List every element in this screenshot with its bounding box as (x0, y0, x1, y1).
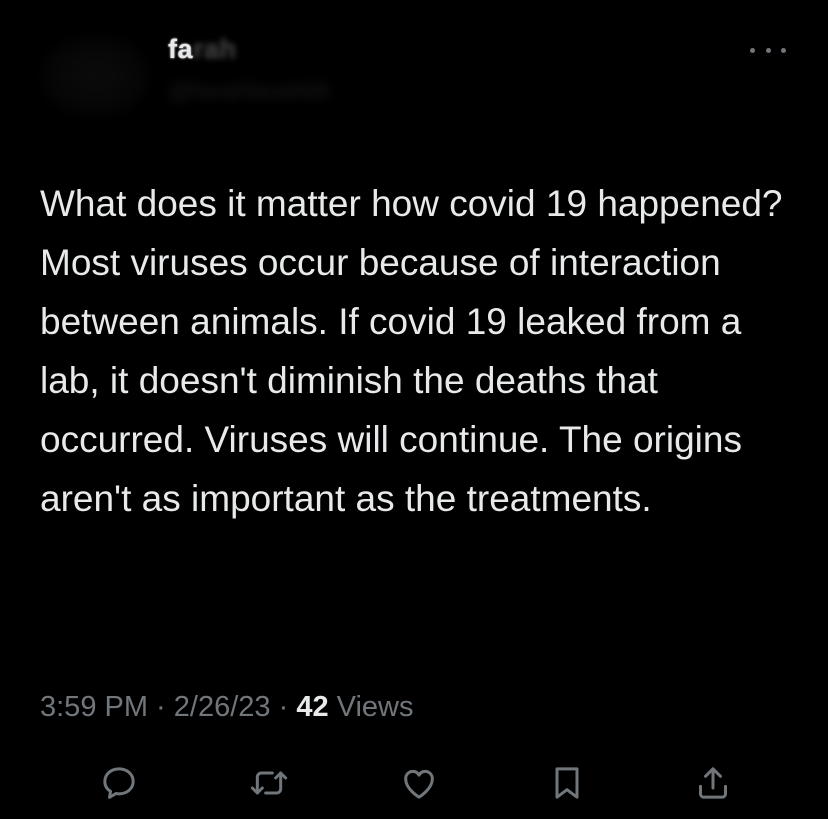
speech-bubble-icon (103, 767, 135, 799)
tweet-date[interactable]: 2/26/23 (174, 691, 271, 723)
heart-icon (404, 769, 434, 799)
display-name-blurred: rah (193, 34, 237, 64)
retweet-button[interactable] (246, 760, 292, 806)
bookmark-icon (555, 767, 579, 799)
tweet-action-bar (96, 760, 736, 806)
like-button[interactable] (396, 760, 442, 806)
more-dot-icon (750, 47, 755, 53)
avatar[interactable] (40, 36, 150, 116)
share-button[interactable] (690, 760, 736, 806)
retweet-icon (250, 771, 288, 795)
user-handle[interactable]: @farahfarah69 (168, 78, 328, 106)
display-name-visible: fa (168, 34, 194, 64)
tweet-text: What does it matter how covid 19 happene… (40, 183, 783, 519)
share-icon (699, 767, 727, 799)
tweet-time[interactable]: 3:59 PM (40, 691, 148, 723)
display-name[interactable]: farah (168, 34, 237, 65)
meta-separator: · (270, 691, 297, 723)
more-options-button[interactable] (750, 38, 786, 62)
tweet-meta: 3:59 PM · 2/26/23 · 42 Views (40, 691, 413, 724)
more-dot-icon (765, 47, 771, 53)
bookmark-button[interactable] (544, 760, 590, 806)
views-label[interactable]: Views (329, 691, 414, 723)
views-count[interactable]: 42 (296, 691, 328, 723)
reply-button[interactable] (96, 760, 142, 806)
more-dot-icon (781, 47, 786, 53)
meta-separator: · (148, 691, 174, 723)
